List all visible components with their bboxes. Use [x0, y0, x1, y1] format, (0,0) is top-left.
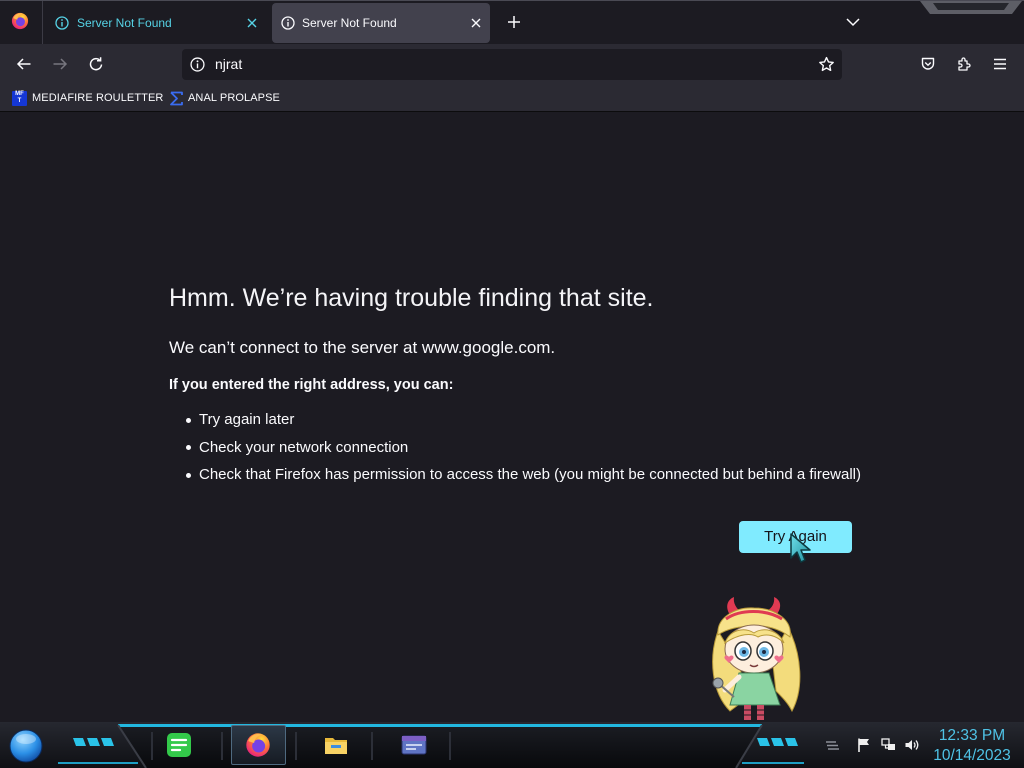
forward-arrow-icon[interactable]	[52, 56, 68, 72]
error-description: We can’t connect to the server at www.go…	[169, 338, 556, 357]
suggestion-text: Try again later	[199, 411, 295, 428]
arrow-cursor-icon	[789, 532, 815, 564]
favicon-text-top: MF	[15, 91, 24, 97]
tab-separator	[42, 1, 43, 44]
suggestion-heading: If you entered the right address, you ca…	[169, 377, 454, 393]
info-icon	[55, 16, 69, 30]
info-icon	[281, 16, 295, 30]
pocket-icon[interactable]	[920, 56, 936, 72]
tab-server-not-found-1[interactable]: Server Not Found	[44, 3, 270, 43]
bookmark-second[interactable]: ANAL PROLAPSE	[188, 92, 280, 105]
close-icon[interactable]	[469, 16, 483, 30]
start-orb-icon[interactable]	[9, 729, 43, 763]
tab-server-not-found-2[interactable]: Server Not Found	[272, 3, 490, 43]
clock-date: 10/14/2023	[933, 747, 1011, 764]
url-text[interactable]: njrat	[215, 57, 242, 72]
tray-overflow-icon[interactable]	[824, 737, 840, 753]
reload-icon[interactable]	[88, 56, 104, 72]
puzzle-piece-icon[interactable]	[956, 56, 972, 72]
hamburger-menu-icon[interactable]	[992, 56, 1008, 72]
bullet-dot	[186, 417, 191, 423]
error-title: Hmm. We’re having trouble finding that s…	[169, 284, 654, 312]
back-arrow-icon[interactable]	[16, 56, 32, 72]
address-bar[interactable]: njrat	[182, 49, 842, 80]
taskbar-accent-dashes	[756, 736, 800, 748]
cartoon-girl-mascot-icon	[700, 597, 806, 723]
tab-title: Server Not Found	[302, 16, 397, 30]
list-item: Check your network connection	[169, 438, 889, 466]
flag-icon[interactable]	[856, 737, 872, 753]
taskbar-accent-dashes	[72, 736, 116, 748]
suggestion-list: Try again later Check your network conne…	[169, 410, 889, 493]
folder-icon[interactable]	[323, 732, 349, 758]
bookmark-mediafire-rouletter[interactable]: MEDIAFIRE ROULETTER	[32, 92, 163, 105]
firefox-logo-icon[interactable]	[245, 732, 271, 758]
taskbar: 12:33 PM 10/14/2023	[0, 722, 1024, 768]
bullet-dot	[186, 445, 191, 450]
navigation-toolbar: njrat	[0, 44, 1024, 86]
network-icon[interactable]	[881, 737, 897, 753]
mediafire-favicon-icon[interactable]: MF T	[12, 91, 27, 106]
list-item: Try again later	[169, 410, 889, 438]
volume-icon[interactable]	[904, 737, 920, 753]
close-icon[interactable]	[245, 16, 259, 30]
sigma-bracket-icon[interactable]	[169, 91, 184, 106]
tab-strip: Server Not Found Server Not Found	[0, 0, 1024, 44]
bullet-dot	[186, 472, 191, 478]
firefox-logo-icon[interactable]	[11, 12, 29, 30]
notes-icon[interactable]	[166, 732, 192, 758]
clock-time: 12:33 PM	[938, 727, 1006, 744]
chevron-down-icon[interactable]	[845, 14, 861, 30]
plus-icon[interactable]	[506, 14, 522, 30]
suggestion-text: Check that Firefox has permission to acc…	[199, 466, 862, 483]
info-icon[interactable]	[190, 57, 205, 72]
tab-title: Server Not Found	[77, 16, 172, 30]
suggestion-text: Check your network connection	[199, 438, 409, 456]
error-page: Hmm. We’re having trouble finding that s…	[0, 112, 1024, 722]
system-clock[interactable]: 12:33 PM 10/14/2023	[928, 726, 1016, 766]
favicon-text-bottom: T	[17, 98, 22, 104]
window-app-icon[interactable]	[401, 732, 427, 758]
list-item: Check that Firefox has permission to acc…	[169, 465, 889, 493]
window-skin-ornament	[920, 1, 1022, 15]
bookmarks-toolbar: MF T MEDIAFIRE ROULETTER ANAL PROLAPSE	[0, 86, 1024, 112]
star-icon[interactable]	[818, 56, 835, 73]
